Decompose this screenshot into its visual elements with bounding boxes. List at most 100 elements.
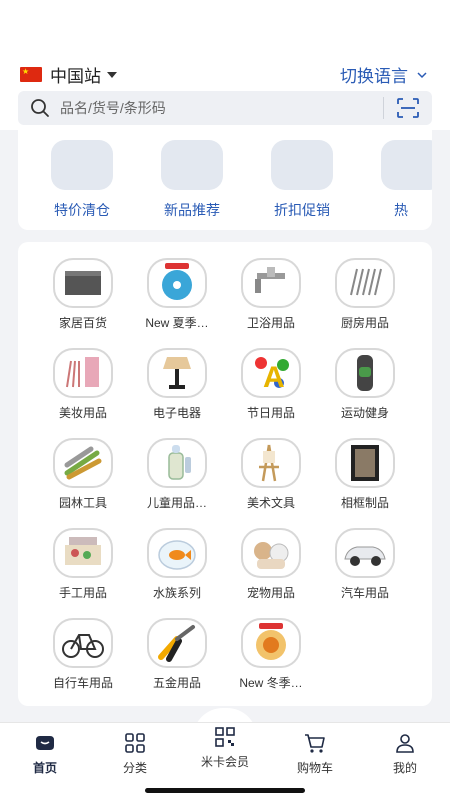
lamp-icon: [163, 357, 191, 389]
category-item[interactable]: New 夏季…: [130, 258, 224, 331]
faucet-icon: [255, 267, 285, 293]
balloon-icon: A: [255, 357, 289, 393]
fish-bowl-icon: [158, 540, 196, 570]
promo-item[interactable]: 特价清仓: [42, 140, 122, 220]
grid-icon: [125, 733, 145, 753]
category-item[interactable]: 电子电器: [130, 348, 224, 421]
category-item[interactable]: 五金用品: [130, 618, 224, 691]
category-label: 园林工具: [58, 496, 107, 510]
promo-label: 特价清仓: [54, 202, 110, 218]
category-item[interactable]: 相框制品: [318, 438, 412, 511]
tab-home[interactable]: 首页: [0, 731, 90, 776]
promo-item[interactable]: 新品推荐: [152, 140, 232, 220]
promo-image: [381, 140, 432, 190]
category-label: New 冬季…: [239, 676, 303, 690]
category-label: 水族系列: [152, 586, 201, 600]
category-item[interactable]: New 冬季…: [224, 618, 318, 691]
header: 中国站 切换语言 品名/货号/条形码: [0, 0, 450, 130]
category-label: 汽车用品: [340, 586, 389, 600]
tab-cart[interactable]: 购物车: [270, 731, 360, 776]
tab-label: 首页: [32, 761, 57, 775]
tab-category[interactable]: 分类: [90, 731, 180, 776]
category-label: 卫浴用品: [246, 316, 295, 330]
category-label: 美术文具: [246, 496, 295, 510]
pets-icon: [254, 542, 289, 569]
chevron-down-icon: [417, 71, 427, 78]
category-item[interactable]: 水族系列: [130, 528, 224, 601]
station-selector[interactable]: 中国站: [20, 62, 117, 87]
car-icon: [344, 546, 386, 566]
category-label: 厨房用品: [340, 316, 389, 330]
svg-text:A: A: [263, 361, 285, 393]
category-item[interactable]: 美术文具: [224, 438, 318, 511]
storage-box-icon: [65, 271, 101, 295]
category-item[interactable]: 手工用品: [36, 528, 130, 601]
tab-label: 购物车: [296, 761, 333, 775]
brushes-icon: [66, 357, 99, 388]
photo-frame-icon: [351, 445, 379, 481]
craft-kit-icon: [65, 537, 101, 565]
category-item[interactable]: A 节日用品: [224, 348, 318, 421]
china-flag-icon: [20, 67, 42, 82]
easel-icon: [259, 444, 279, 482]
tab-label: 米卡会员: [200, 755, 249, 769]
category-item[interactable]: 自行车用品: [36, 618, 130, 691]
category-label: 儿童用品…: [146, 496, 207, 510]
caret-down-icon: [107, 71, 117, 78]
category-label: 手工用品: [58, 586, 107, 600]
promo-image: [271, 140, 333, 190]
category-item[interactable]: 运动健身: [318, 348, 412, 421]
qr-code-icon: [215, 727, 235, 747]
fan-icon: [162, 263, 192, 300]
search-divider: [383, 97, 384, 119]
category-label: 美妆用品: [58, 406, 107, 420]
garden-tools-icon: [64, 446, 102, 480]
category-label: 五金用品: [152, 676, 201, 690]
category-item[interactable]: 卫浴用品: [224, 258, 318, 331]
promo-item[interactable]: 折扣促销: [262, 140, 342, 220]
category-item[interactable]: 宠物用品: [224, 528, 318, 601]
promo-label: 折扣促销: [274, 202, 330, 218]
promo-strip: 特价清仓 新品推荐 折扣促销 热: [18, 130, 432, 230]
home-icon: [36, 736, 54, 750]
tab-mine[interactable]: 我的: [360, 731, 450, 776]
category-item[interactable]: 厨房用品: [318, 258, 412, 331]
category-label: 宠物用品: [246, 586, 295, 600]
language-switch[interactable]: 切换语言: [340, 62, 428, 87]
search-placeholder[interactable]: 品名/货号/条形码: [60, 98, 383, 118]
tab-label: 我的: [392, 761, 417, 775]
search-bar[interactable]: 品名/货号/条形码: [18, 91, 432, 125]
pliers-icon: [158, 625, 195, 662]
category-grid: 家居百货 New 夏季… 卫浴用品 厨房用品 美妆用品 电子电器 A 节日用品 …: [18, 242, 432, 706]
promo-image: [51, 140, 113, 190]
user-icon: [396, 734, 414, 753]
cart-icon: [305, 734, 325, 753]
category-item[interactable]: 儿童用品…: [130, 438, 224, 511]
tab-member[interactable]: 米卡会员: [180, 725, 270, 770]
category-item[interactable]: 家居百货: [36, 258, 130, 331]
station-label: 中国站: [50, 67, 101, 86]
category-item[interactable]: 美妆用品: [36, 348, 130, 421]
category-label: 电子电器: [152, 406, 201, 420]
bicycle-icon: [62, 634, 104, 658]
language-label: 切换语言: [340, 67, 408, 86]
baby-bottle-icon: [168, 445, 191, 480]
category-label: New 夏季…: [145, 316, 209, 330]
heater-icon: [256, 623, 286, 660]
category-label: 相框制品: [340, 496, 389, 510]
category-item[interactable]: 汽车用品: [318, 528, 412, 601]
utensils-icon: [350, 268, 382, 296]
category-item[interactable]: 园林工具: [36, 438, 130, 511]
category-label: 自行车用品: [52, 676, 113, 690]
promo-label: 新品推荐: [164, 202, 220, 218]
search-icon: [31, 99, 49, 117]
promo-label: 热: [394, 202, 408, 218]
promo-image: [161, 140, 223, 190]
knee-brace-icon: [357, 355, 373, 391]
category-label: 家居百货: [58, 316, 107, 330]
tab-label: 分类: [122, 761, 147, 775]
barcode-scan-icon[interactable]: [396, 97, 420, 119]
promo-item[interactable]: 热: [372, 140, 432, 220]
category-label: 运动健身: [340, 406, 389, 420]
home-indicator: [145, 788, 305, 793]
